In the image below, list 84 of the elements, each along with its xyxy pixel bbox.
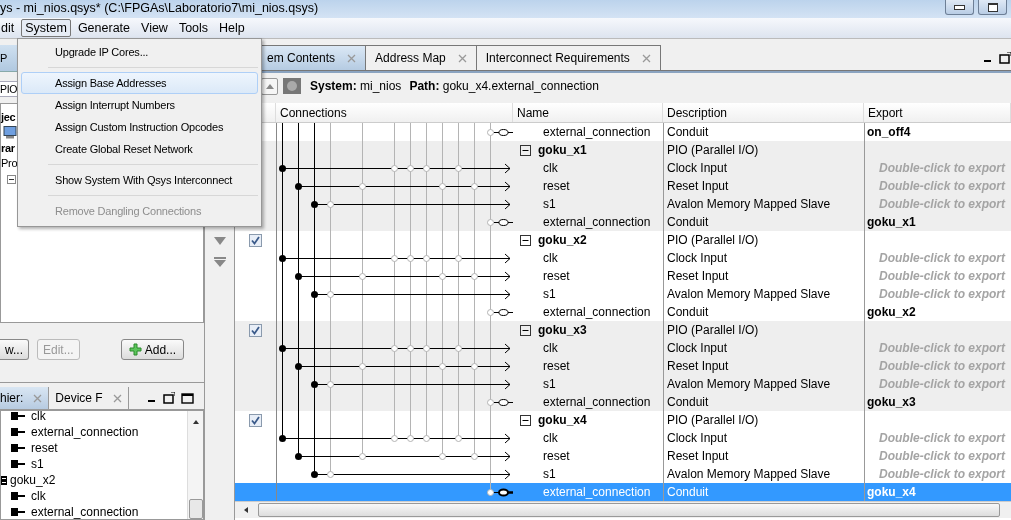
system-label: System: mi_nios [310,79,402,93]
module-name: goku_x2 [538,233,587,247]
column-header[interactable]: Connections [276,103,513,122]
export-name[interactable]: goku_x2 [867,305,916,319]
tree-item[interactable]: external_connection [31,425,139,439]
path-label: Path: goku_x4.external_connection [409,79,599,93]
description-text: Reset Input [667,449,729,463]
tree-item[interactable]: external_connection [31,505,139,519]
menu-item[interactable]: System [21,19,71,37]
description-text: Conduit [667,215,709,229]
description-text: PIO (Parallel I/O) [667,413,759,427]
tree-item[interactable]: reset [31,441,58,455]
description-text: Reset Input [667,179,729,193]
port-name: reset [542,359,570,373]
port-name: s1 [542,197,556,211]
description-text: Avalon Memory Mapped Slave [667,287,831,301]
panel-tab[interactable]: hier: [0,387,50,409]
menu-item[interactable]: dit [0,19,19,37]
menu-item[interactable]: View [137,19,172,37]
panel-button[interactable]: Add... [120,339,185,360]
description-text: Clock Input [667,431,728,445]
table-row[interactable]: reset Reset Input Double-click to export [235,357,1011,375]
tree-item[interactable]: clk [31,489,46,503]
port-name: clk [542,161,558,175]
export-name[interactable]: goku_x1 [867,215,916,229]
column-header[interactable]: Description [663,103,864,122]
port-name: clk [542,431,558,445]
panel-tab[interactable]: P [0,52,12,64]
description-text: PIO (Parallel I/O) [667,143,759,157]
port-name: external_connection [542,305,651,319]
description-text: Reset Input [667,359,729,373]
description-text: Reset Input [667,269,729,283]
menu-item[interactable]: Generate [73,19,134,37]
port-name: external_connection [542,395,651,409]
panel-button[interactable]: w... [0,339,29,360]
module-name: goku_x4 [538,413,587,427]
description-text: Conduit [667,125,709,139]
port-name: clk [542,251,558,265]
table-row[interactable]: external_connection Conduit goku_x1 [235,213,1011,231]
editor-tab[interactable]: Address Map [366,45,477,70]
port-name: external_connection [542,215,651,229]
module-name: goku_x1 [538,143,587,157]
tree-item[interactable]: s1 [31,457,44,471]
port-name: external_connection [542,485,651,499]
description-text: PIO (Parallel I/O) [667,233,759,247]
port-name: s1 [542,467,556,481]
column-header[interactable]: Name [513,103,663,122]
menu-item[interactable]: Tools [174,19,213,37]
window-title: ys - mi_nios.qsys* (C:\FPGAs\Laboratorio7\mi_nios.qsys) [0,0,319,15]
table-row[interactable]: goku_x3 PIO (Parallel I/O) [235,321,1011,339]
tree-item[interactable]: clk [31,409,46,423]
catalog-item[interactable]: jec [1,110,16,125]
description-text: Clock Input [667,251,728,265]
editor-tab[interactable]: Interconnect Requirements [476,45,661,70]
description-text: Conduit [667,305,709,319]
module-name: goku_x3 [538,323,587,337]
catalog-item[interactable]: rar [1,141,15,156]
menu-item[interactable]: Assign Base Addresses [21,72,258,94]
port-name: s1 [542,377,556,391]
export-name[interactable]: goku_x3 [867,395,916,409]
panel-tab[interactable]: Device F [49,387,129,409]
description-text: PIO (Parallel I/O) [667,323,759,337]
catalog-item[interactable]: Pro [1,156,18,171]
export-name[interactable]: on_off4 [867,125,911,139]
description-text: Clock Input [667,341,728,355]
port-name: reset [542,269,570,283]
table-row[interactable]: clk Clock Input Double-click to export [235,339,1011,357]
port-name: external_connection [542,125,651,139]
description-text: Avalon Memory Mapped Slave [667,197,831,211]
port-name: s1 [542,287,556,301]
column-header[interactable]: Export [864,103,1011,122]
description-text: Conduit [667,485,709,499]
table-row[interactable]: s1 Avalon Memory Mapped Slave Double-click to export [235,375,1011,393]
tree-item[interactable]: goku_x2 [10,473,56,487]
description-text: Conduit [667,395,709,409]
menu-item[interactable]: Help [215,19,249,37]
table-row[interactable]: external_connection Conduit goku_x3 [235,393,1011,411]
menu-item[interactable]: Assign Interrupt Numbers [21,94,258,116]
description-text: Avalon Memory Mapped Slave [667,377,831,391]
port-name: clk [542,341,558,355]
description-text: Avalon Memory Mapped Slave [667,467,831,481]
port-name: reset [542,449,570,463]
description-text: Clock Input [667,161,728,175]
port-name: reset [542,179,570,193]
